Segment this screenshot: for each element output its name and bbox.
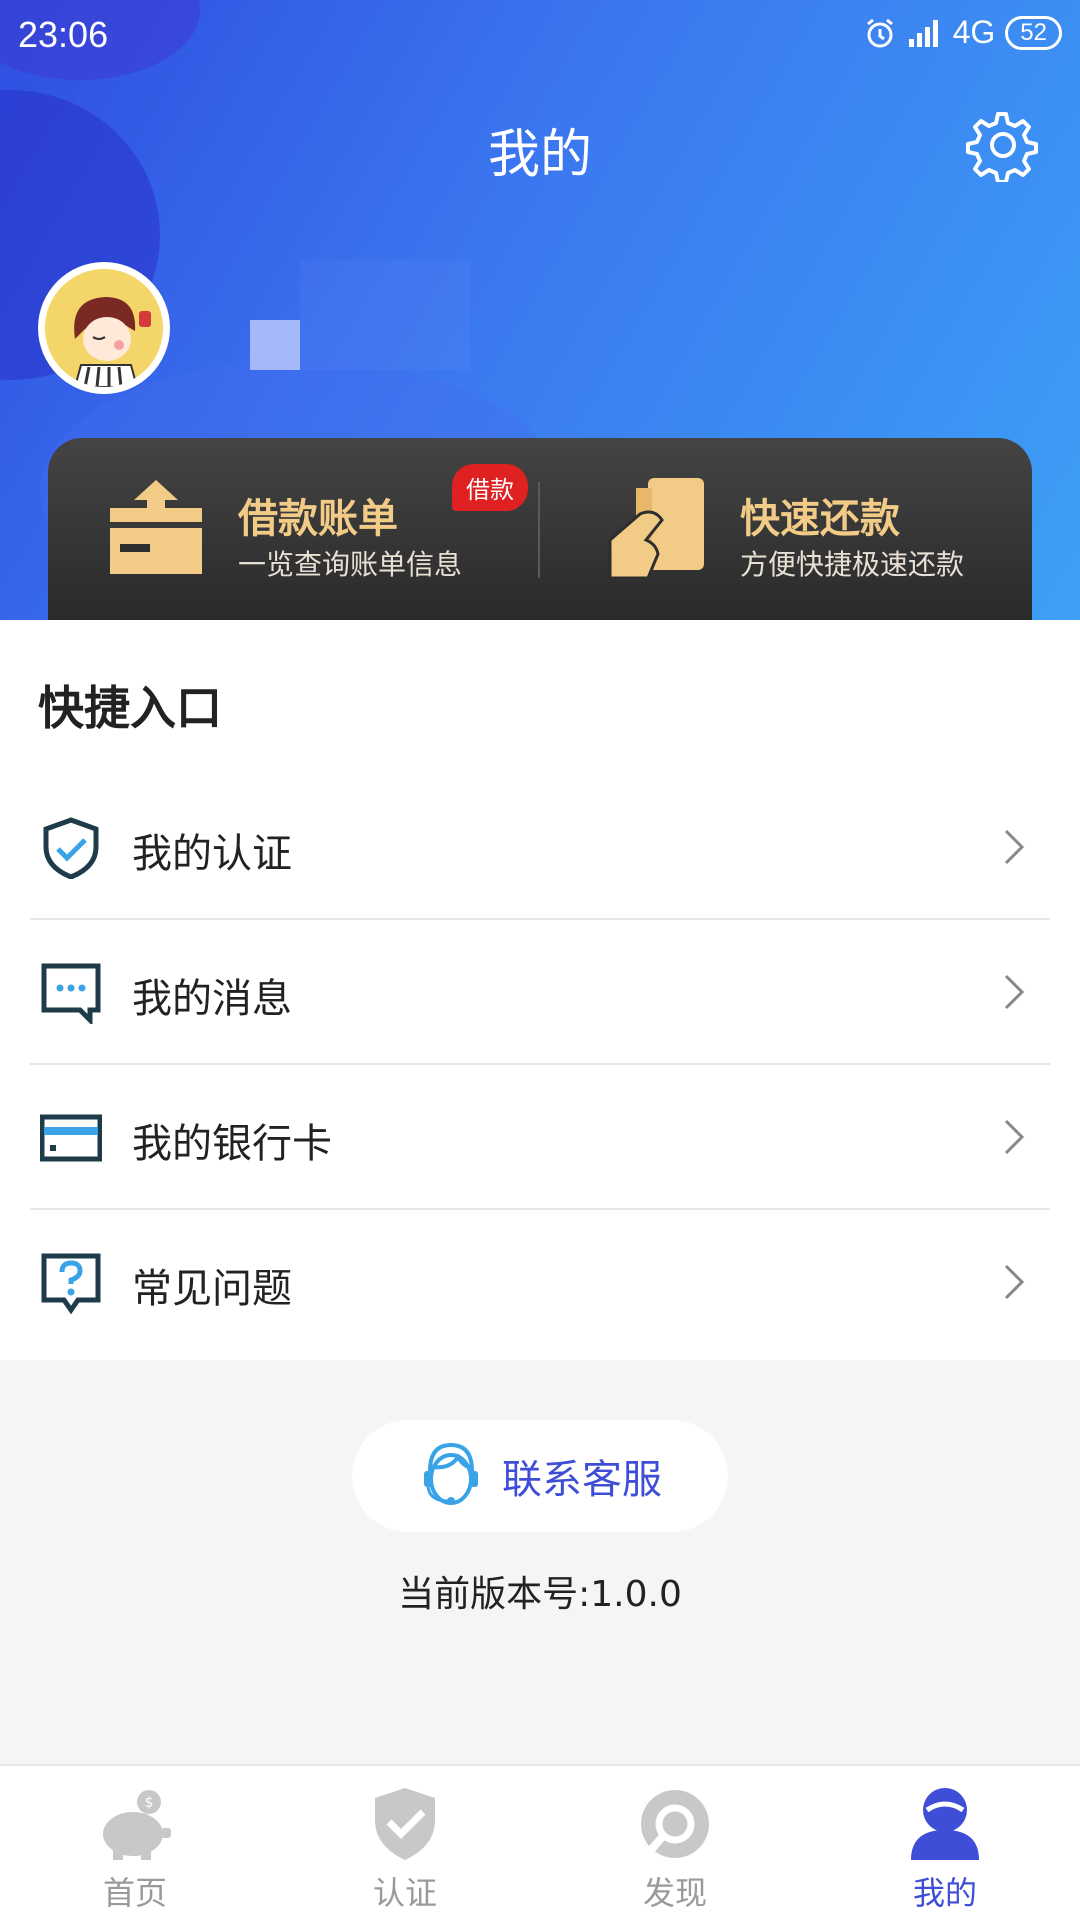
item-label: 我的认证 <box>132 831 292 877</box>
shield-check-icon <box>43 817 99 879</box>
quick-repay-subtitle: 方便快捷极速还款 <box>740 548 965 581</box>
item-label: 常见问题 <box>132 1266 292 1312</box>
quick-repay-shortcut[interactable]: 快速还款 方便快捷极速还款 <box>608 438 1008 620</box>
username-placeholder <box>300 260 470 370</box>
tab-certification[interactable]: 认证 <box>270 1766 540 1920</box>
signal-icon <box>908 19 938 47</box>
avatar-image <box>45 269 163 387</box>
tab-label: 认证 <box>372 1874 437 1912</box>
list-item-messages[interactable]: 我的消息 <box>30 920 1050 1065</box>
shield-icon <box>375 1788 435 1860</box>
card-divider <box>538 482 540 578</box>
loan-bill-icon <box>110 480 202 574</box>
gear-icon[interactable] <box>966 108 1040 182</box>
tab-home[interactable]: $ 首页 <box>0 1766 270 1920</box>
page-title: 我的 <box>487 125 592 185</box>
customer-service-icon <box>424 1442 478 1505</box>
chevron-right-icon <box>1004 1119 1025 1155</box>
chevron-right-icon <box>1004 1264 1025 1300</box>
item-label: 我的银行卡 <box>132 1121 332 1167</box>
message-icon <box>41 963 101 1024</box>
item-label: 我的消息 <box>132 976 292 1022</box>
section-title: 快捷入口 <box>38 681 222 735</box>
loan-bill-shortcut[interactable]: 借款账单 借款 一览查询账单信息 <box>106 438 546 620</box>
chevron-right-icon <box>1004 974 1025 1010</box>
quick-repay-title: 快速还款 <box>740 496 900 542</box>
piggy-bank-icon: $ <box>103 1790 171 1860</box>
list-item-certification[interactable]: 我的认证 <box>30 775 1050 920</box>
contact-support-button[interactable]: 联系客服 <box>352 1420 728 1532</box>
contact-support-label: 联系客服 <box>502 1457 662 1503</box>
status-bar: 23:06 4G 52 <box>0 0 1080 76</box>
alarm-icon <box>866 18 893 47</box>
tab-label: 我的 <box>912 1874 977 1912</box>
avatar[interactable] <box>38 262 170 394</box>
tab-label: 首页 <box>102 1874 167 1912</box>
status-time: 23:06 <box>18 14 109 55</box>
list-item-bank-cards[interactable]: 我的银行卡 <box>30 1065 1050 1210</box>
version-text: 当前版本号:1.0.0 <box>398 1574 682 1615</box>
bottom-tab-bar: $ 首页 认证 发现 我的 <box>0 1764 1080 1920</box>
loan-bill-subtitle: 一览查询账单信息 <box>238 548 463 581</box>
profile-header: 23:06 4G 52 我的 借款账单 借款 一览查询账单信息 快速还款 方便快… <box>0 0 1080 620</box>
tab-discover[interactable]: 发现 <box>540 1766 810 1920</box>
loan-shortcuts-card: 借款账单 借款 一览查询账单信息 快速还款 方便快捷极速还款 <box>48 438 1032 620</box>
network-type: 4G <box>952 14 996 50</box>
quick-entry-section: 快捷入口 我的认证 我的消息 我的银行卡 常见问题 <box>0 620 1080 1360</box>
question-icon <box>41 1253 101 1314</box>
list-item-faq[interactable]: 常见问题 <box>30 1210 1050 1355</box>
svg-text:$: $ <box>145 1795 154 1811</box>
battery-indicator: 52 <box>1005 15 1062 50</box>
username-placeholder <box>250 320 300 370</box>
repay-icon <box>608 478 704 580</box>
discover-icon <box>641 1790 709 1858</box>
user-icon <box>911 1788 979 1860</box>
status-icons: 4G 52 <box>863 14 1062 51</box>
tab-mine[interactable]: 我的 <box>810 1766 1080 1920</box>
tab-label: 发现 <box>642 1874 707 1912</box>
chevron-right-icon <box>1004 829 1025 865</box>
loan-badge: 借款 <box>452 464 528 511</box>
loan-bill-title: 借款账单 <box>238 496 398 542</box>
bank-card-icon <box>40 1114 102 1162</box>
